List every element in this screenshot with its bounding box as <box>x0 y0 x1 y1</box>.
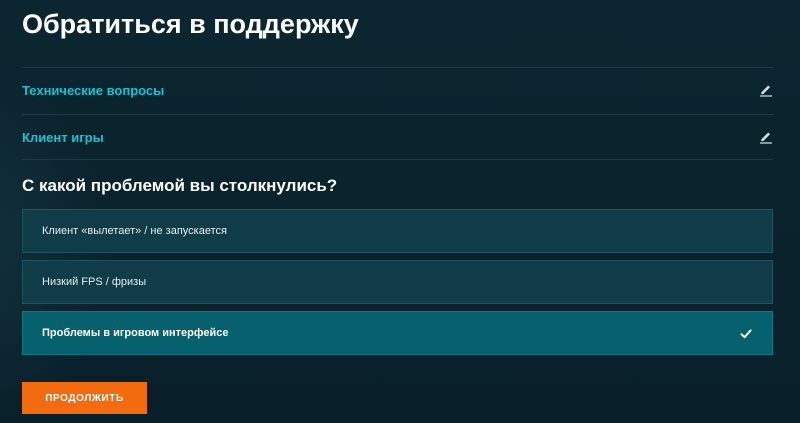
pencil-icon[interactable] <box>759 130 773 144</box>
option-label: Низкий FPS / фризы <box>42 276 147 288</box>
step-label-game-client: Клиент игры <box>22 130 104 145</box>
option-low-fps[interactable]: Низкий FPS / фризы <box>22 260 773 304</box>
checkmark-icon <box>740 327 752 339</box>
option-label: Клиент «вылетает» / не запускается <box>42 225 227 237</box>
question-title: С какой проблемой вы столкнулись? <box>22 176 338 195</box>
step-row-technical: Технические вопросы <box>22 67 773 113</box>
step-row-game-client: Клиент игры <box>22 114 773 160</box>
continue-button[interactable]: ПРОДОЛЖИТЬ <box>22 382 147 414</box>
pencil-icon[interactable] <box>759 83 773 97</box>
step-label-technical: Технические вопросы <box>22 83 165 98</box>
support-page: Обратиться в поддержку Технические вопро… <box>22 0 773 423</box>
page-title: Обратиться в поддержку <box>22 9 359 39</box>
option-ui-problems[interactable]: Проблемы в игровом интерфейсе <box>22 311 773 355</box>
option-client-crashes[interactable]: Клиент «вылетает» / не запускается <box>22 209 773 253</box>
problem-options-list: Клиент «вылетает» / не запускается Низки… <box>22 209 773 362</box>
option-label: Проблемы в игровом интерфейсе <box>42 327 229 339</box>
